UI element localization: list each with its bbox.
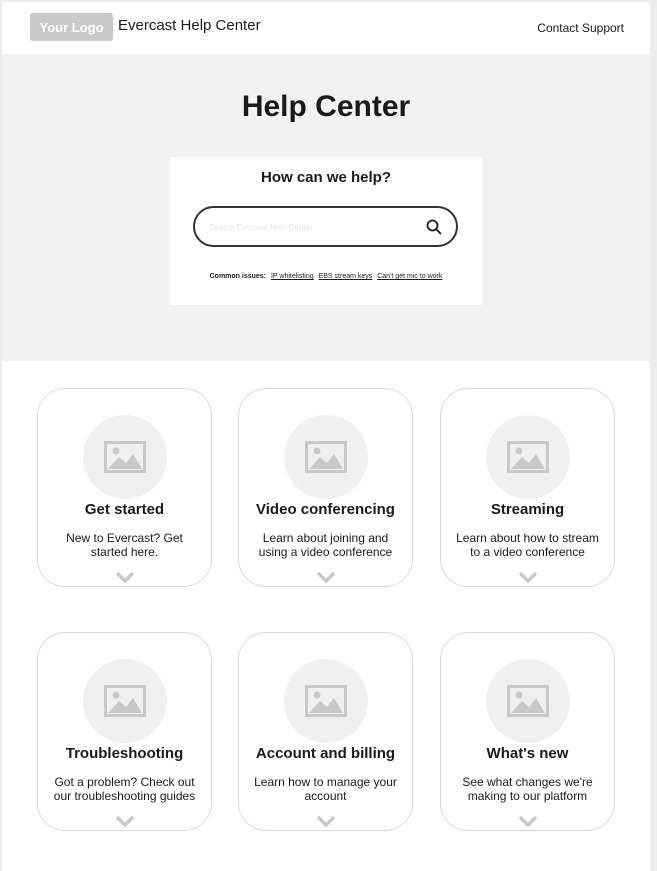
card-image	[486, 659, 570, 743]
card-image	[486, 415, 570, 499]
search-input[interactable]	[209, 218, 414, 236]
common-issues-label: Common issues:	[209, 273, 267, 280]
chevron-down-icon[interactable]	[115, 571, 135, 583]
card-title: Get started	[84, 501, 165, 518]
site-title: Evercast Help Center	[118, 17, 261, 34]
chevron-down-icon[interactable]	[316, 815, 336, 827]
card-title: Troubleshooting	[65, 745, 184, 762]
card-title: What's new	[486, 745, 569, 762]
card-whats-new[interactable]: What's new See what changes we're making…	[440, 632, 615, 831]
card-description: See what changes we're making to our pla…	[462, 775, 593, 803]
contact-support-link[interactable]: Contact Support	[537, 21, 624, 35]
card-troubleshooting[interactable]: Troubleshooting Got a problem? Check out…	[37, 632, 212, 831]
chevron-down-icon[interactable]	[518, 571, 538, 583]
common-issue-link-ip-whitelisting[interactable]: IP whitelisting	[271, 273, 314, 280]
card-image	[284, 415, 368, 499]
image-placeholder-icon	[507, 441, 549, 473]
chevron-down-icon[interactable]	[115, 815, 135, 827]
search-heading: How can we help?	[260, 169, 392, 186]
image-placeholder-icon	[104, 441, 146, 473]
search-card: How can we help? Common issues: IP white…	[170, 157, 482, 305]
card-description: Got a problem? Check out our troubleshoo…	[53, 775, 196, 803]
card-description: Learn how to manage your account	[254, 775, 397, 803]
common-issue-link-ebs-stream-keys[interactable]: EBS stream keys	[319, 273, 373, 280]
image-placeholder-icon	[305, 441, 347, 473]
card-account-and-billing[interactable]: Account and billing Learn how to manage …	[238, 632, 413, 831]
hero-section: Help Center How can we help? Common issu…	[2, 54, 650, 361]
page-title: Help Center	[241, 90, 411, 123]
image-placeholder-icon	[507, 685, 549, 717]
card-streaming[interactable]: Streaming Learn about how to stream to a…	[440, 388, 615, 587]
card-title: Account and billing	[255, 745, 396, 762]
card-description: Learn about how to stream to a video con…	[456, 531, 599, 559]
common-issues: Common issues: IP whitelisting EBS strea…	[170, 273, 482, 280]
image-placeholder-icon	[305, 685, 347, 717]
logo[interactable]: Your Logo	[30, 13, 113, 41]
card-get-started[interactable]: Get started New to Evercast? Get started…	[37, 388, 212, 587]
card-title: Video conferencing	[256, 501, 395, 518]
topic-cards: Get started New to Evercast? Get started…	[2, 361, 650, 871]
card-video-conferencing[interactable]: Video conferencing Learn about joining a…	[238, 388, 413, 587]
card-image	[284, 659, 368, 743]
card-image	[83, 415, 167, 499]
search-button[interactable]	[424, 217, 444, 237]
common-issue-link-mic[interactable]: Can't get mic to work	[377, 273, 442, 280]
image-placeholder-icon	[104, 685, 146, 717]
card-description: Learn about joining and using a video co…	[258, 531, 393, 559]
search-box	[193, 206, 458, 247]
search-icon	[426, 219, 442, 235]
page: Your Logo Evercast Help Center Contact S…	[2, 2, 650, 871]
card-description: New to Evercast? Get started here.	[66, 531, 183, 559]
site-header: Your Logo Evercast Help Center Contact S…	[2, 2, 650, 54]
card-title: Streaming	[490, 501, 565, 518]
chevron-down-icon[interactable]	[316, 571, 336, 583]
chevron-down-icon[interactable]	[518, 815, 538, 827]
card-image	[83, 659, 167, 743]
